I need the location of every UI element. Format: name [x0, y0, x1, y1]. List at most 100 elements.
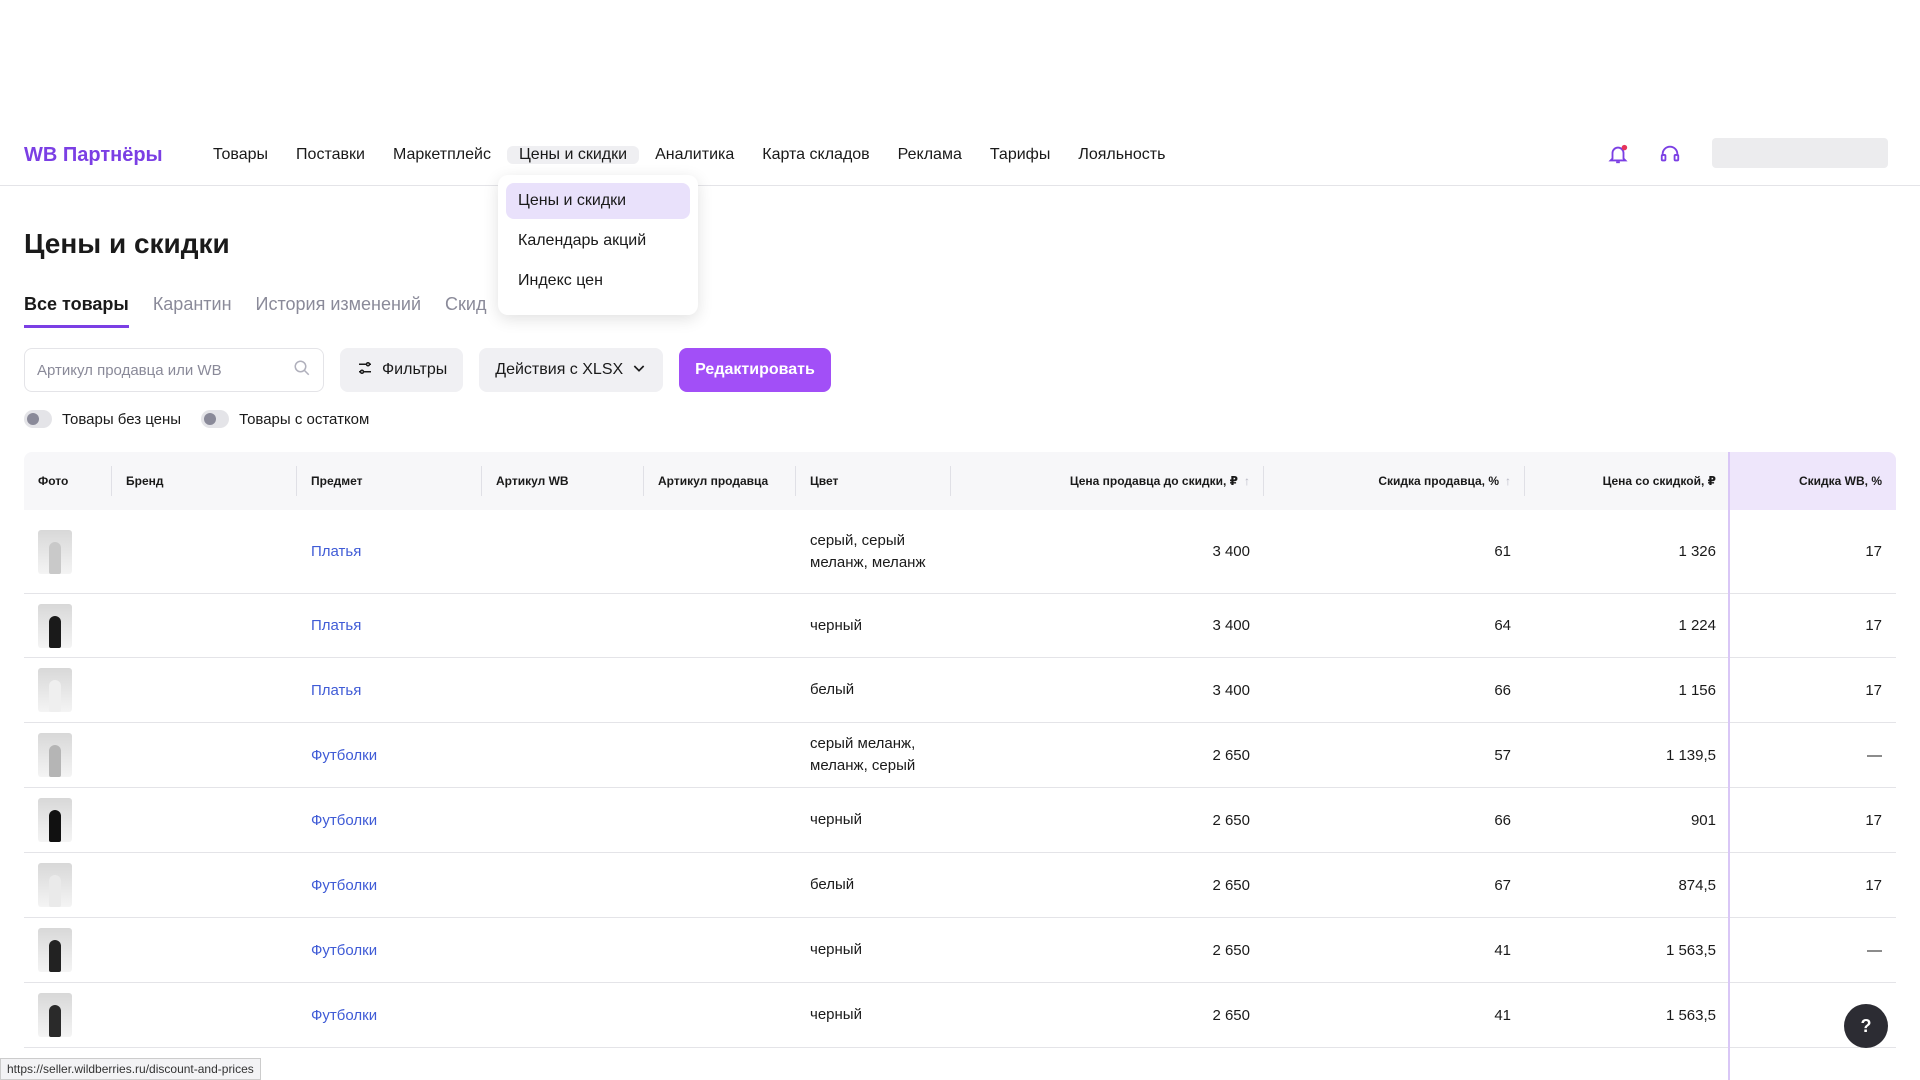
seller-discount-cell: 64: [1494, 617, 1511, 634]
subject-link[interactable]: Футболки: [297, 812, 482, 829]
table-row[interactable]: Футболки черный 2 650 41 1 563,5 —: [24, 918, 1896, 983]
toggle-row-no-price: Товары без цены: [24, 410, 181, 428]
table-row[interactable]: Футболки белый 2 650 67 874,5 17: [24, 853, 1896, 918]
product-thumbnail[interactable]: [38, 798, 72, 842]
wb-discount-cell: —: [1867, 746, 1882, 764]
dropdown-item-prices[interactable]: Цены и скидки: [506, 183, 690, 219]
top-nav: WB Партнёры Товары Поставки Маркетплейс …: [0, 138, 1920, 186]
sort-arrow-icon[interactable]: ↑: [1244, 474, 1250, 488]
wb-discount-cell: 17: [1865, 543, 1882, 560]
header-seller-discount[interactable]: Скидка продавца, % ↑: [1264, 452, 1525, 510]
dropdown-item-price-index[interactable]: Индекс цен: [506, 263, 690, 299]
toggle-row-in-stock: Товары с остатком: [201, 410, 369, 428]
toggle-in-stock[interactable]: [201, 410, 230, 428]
final-price-cell: 1 326: [1678, 543, 1716, 560]
nav-link-goods[interactable]: Товары: [199, 146, 282, 164]
toggle-in-stock-label: Товары с остатком: [239, 410, 370, 428]
tabs: Все товары Карантин История изменений Ск…: [24, 294, 486, 328]
subject-link[interactable]: Платья: [297, 682, 482, 699]
dropdown-item-promo-calendar[interactable]: Календарь акций: [506, 223, 690, 259]
product-thumbnail[interactable]: [38, 733, 72, 777]
prices-table: Фото Бренд Предмет Артикул WB Артикул пр…: [24, 452, 1896, 1048]
xlsx-actions-button[interactable]: Действия с XLSX: [479, 348, 664, 392]
color-cell: черный: [810, 616, 862, 634]
toggles: Товары без цены Товары с остатком: [24, 410, 369, 428]
photo-cell: [24, 993, 112, 1037]
price-before-discount-cell: 2 650: [1212, 1006, 1250, 1024]
product-thumbnail[interactable]: [38, 863, 72, 907]
bell-icon[interactable]: [1606, 142, 1630, 166]
subject-link[interactable]: Футболки: [297, 942, 482, 959]
tab-history[interactable]: История изменений: [256, 294, 422, 328]
nav-link-prices[interactable]: Цены и скидки: [506, 146, 640, 164]
color-cell: черный: [810, 941, 862, 958]
wb-discount-cell: 17: [1865, 617, 1882, 634]
toggle-no-price[interactable]: [24, 410, 52, 428]
seller-discount-cell: 61: [1494, 543, 1511, 560]
prices-dropdown-menu: Цены и скидки Календарь акций Индекс цен: [498, 175, 698, 315]
wb-discount-cell: —: [1867, 941, 1882, 959]
price-before-discount-cell: 3 400: [1212, 543, 1250, 560]
header-subject: Предмет: [297, 452, 482, 510]
nav-link-warehouse-map[interactable]: Карта складов: [748, 146, 883, 164]
table-row[interactable]: Платья белый 3 400 66 1 156 17: [24, 658, 1896, 723]
table-row[interactable]: Футболки серый меланж, меланж, серый 2 650…: [24, 723, 1896, 788]
tab-all-goods[interactable]: Все товары: [24, 294, 129, 328]
table-row[interactable]: Платья черный 3 400 64 1 224 17: [24, 594, 1896, 658]
product-thumbnail[interactable]: [38, 529, 72, 574]
nav-link-loyalty[interactable]: Лояльность: [1064, 146, 1179, 164]
edit-button[interactable]: Редактировать: [679, 348, 831, 392]
subject-link[interactable]: Платья: [297, 617, 482, 634]
logo[interactable]: WB Партнёры: [24, 145, 163, 165]
nav-link-analytics[interactable]: Аналитика: [641, 146, 748, 164]
subject-link[interactable]: Футболки: [297, 877, 482, 894]
nav-links: Товары Поставки Маркетплейс Цены и скидк…: [199, 146, 1179, 164]
table-row[interactable]: Футболки черный 2 650 66 901 17: [24, 788, 1896, 853]
search-input[interactable]: [37, 361, 277, 379]
xlsx-actions-label: Действия с XLSX: [495, 361, 624, 378]
tab-discounts[interactable]: Скид: [445, 294, 486, 328]
header-color: Цвет: [796, 452, 951, 510]
header-price-before-discount[interactable]: Цена продавца до скидки, ₽ ↑: [951, 452, 1264, 510]
status-bar-url: https://seller.wildberries.ru/discount-a…: [0, 1058, 261, 1080]
table-body: Платья серый, серый меланж, меланж 3 400 61…: [24, 510, 1896, 1048]
tab-quarantine[interactable]: Карантин: [153, 294, 232, 328]
photo-cell: [24, 733, 112, 777]
wb-discount-cell: 17: [1865, 681, 1882, 699]
final-price-cell: 1 139,5: [1665, 746, 1716, 764]
table-row[interactable]: Футболки черный 2 650 41 1 563,5: [24, 983, 1896, 1048]
header-seller-discount-label: Скидка продавца, %: [1378, 474, 1499, 488]
seller-discount-cell: 67: [1494, 876, 1511, 894]
table-row[interactable]: Платья серый, серый меланж, меланж 3 400 61…: [24, 510, 1896, 594]
header-price-before-discount-label: Цена продавца до скидки, ₽: [1069, 474, 1238, 488]
support-headset-icon[interactable]: [1658, 142, 1682, 166]
header-seller-article: Артикул продавца: [644, 452, 796, 510]
product-thumbnail[interactable]: [38, 603, 72, 648]
nav-link-marketplace[interactable]: Маркетплейс: [379, 146, 505, 164]
account-menu[interactable]: [1712, 138, 1888, 168]
price-before-discount-cell: 3 400: [1212, 617, 1250, 634]
product-thumbnail[interactable]: [38, 668, 72, 712]
sort-arrow-icon[interactable]: ↑: [1505, 474, 1511, 488]
nav-link-supplies[interactable]: Поставки: [282, 146, 379, 164]
subject-link[interactable]: Футболки: [297, 1007, 482, 1024]
nav-link-ads[interactable]: Реклама: [884, 146, 976, 164]
subject-link[interactable]: Платья: [297, 543, 482, 560]
header-photo: Фото: [24, 452, 112, 510]
price-before-discount-cell: 2 650: [1212, 876, 1250, 894]
help-button[interactable]: ?: [1844, 1004, 1888, 1048]
seller-discount-cell: 66: [1494, 811, 1511, 829]
seller-discount-cell: 66: [1494, 681, 1511, 699]
chevron-down-icon: [631, 360, 647, 381]
nav-link-tariffs[interactable]: Тарифы: [976, 146, 1064, 164]
filters-button[interactable]: Фильтры: [340, 348, 464, 392]
seller-discount-cell: 41: [1494, 941, 1511, 959]
product-figure: [49, 810, 61, 842]
product-figure: [49, 875, 61, 907]
product-thumbnail[interactable]: [38, 993, 72, 1037]
product-thumbnail[interactable]: [38, 928, 72, 972]
photo-cell: [24, 928, 112, 972]
color-cell: черный: [810, 811, 862, 828]
subject-link[interactable]: Футболки: [297, 747, 482, 764]
search-icon[interactable]: [293, 359, 311, 382]
